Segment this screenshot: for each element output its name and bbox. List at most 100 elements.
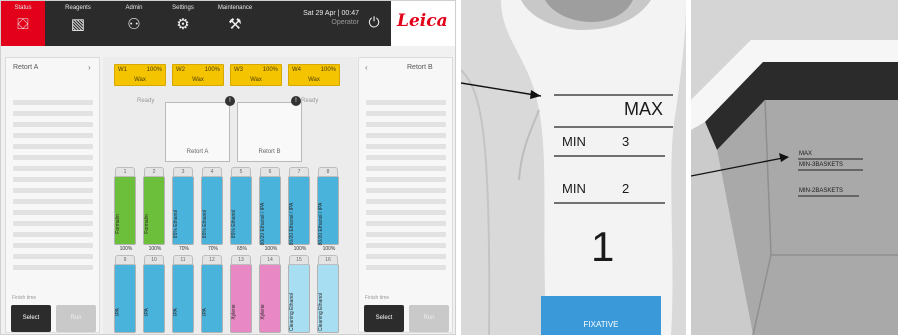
retort-a-select-button[interactable]: Select xyxy=(11,305,51,332)
bottle-number: 11 xyxy=(173,255,193,265)
retort-b-alert-icon[interactable]: ! xyxy=(291,96,301,106)
retort-b-finish-time: Finish time xyxy=(365,295,390,301)
retort-fill-level-photo: MAX MIN-3BASKETS MIN-2BASKETS xyxy=(691,0,898,335)
wax-bath-name: W1 xyxy=(118,67,127,73)
leica-logo: Leica xyxy=(397,11,448,31)
wax-bath-name: W2 xyxy=(176,67,185,73)
bottle-station-number: 1 xyxy=(591,223,615,270)
bottle-reagent-name: IPA xyxy=(144,308,150,316)
reagent-bottle-1[interactable]: Formalin 100% 1 xyxy=(114,167,136,252)
reagent-bottle-4[interactable]: 85% Ethanol 70% 4 xyxy=(201,167,223,252)
reagent-bottle-12[interactable]: IPA100%12 xyxy=(201,255,223,333)
nav-reagents[interactable]: Reagents ▧ xyxy=(55,1,101,46)
bottle-body: IPA100% xyxy=(172,264,194,333)
retort-a-finish-time: Finish time xyxy=(12,295,37,301)
chevron-left-icon[interactable]: ‹ xyxy=(365,63,368,72)
retort-a-run-button[interactable]: Run xyxy=(56,305,96,332)
bottle-body: Xylene100% xyxy=(259,264,281,333)
bottle-max-mark: MAX xyxy=(624,99,664,119)
status-icon: ⛋ xyxy=(17,16,29,33)
bottle-number: 13 xyxy=(231,255,251,265)
retort-b-protocol-placeholder xyxy=(366,100,446,276)
bottle-fill-percent: 70% xyxy=(207,246,218,252)
bottle-number: 5 xyxy=(231,167,251,177)
screenshot-root: Status ⛋ Reagents ▧ Admin ⚇ Settings ⚙ M… xyxy=(0,0,898,335)
bottle-fill-percent: 100% xyxy=(148,246,162,252)
reagent-bottle-14[interactable]: Xylene100%14 xyxy=(259,255,281,333)
retort-b-run-button[interactable]: Run xyxy=(409,305,449,332)
retort-a-chamber[interactable]: Retort A xyxy=(165,102,230,162)
bottle-reagent-name: Cleaning Ethanol xyxy=(318,292,324,332)
bottle-body: Formalin 100% xyxy=(143,176,165,252)
top-nav-bar: Status ⛋ Reagents ▧ Admin ⚇ Settings ⚙ M… xyxy=(1,1,455,46)
reagent-bottle-6[interactable]: 80/20 Ethanol / IPA 100% 6 xyxy=(259,167,281,252)
reagent-bottle-15[interactable]: Cleaning Ethanol100%15 xyxy=(288,255,310,333)
retort-b-chamber[interactable]: Retort B xyxy=(237,102,302,162)
nav-maintenance[interactable]: Maintenance ⚒ xyxy=(207,1,263,46)
wax-bath-reagent: Wax xyxy=(250,77,262,83)
bottle-min3-mark: MIN xyxy=(562,134,586,149)
clock: Sat 29 Apr | 00:47 Operator xyxy=(289,10,359,26)
nav-settings[interactable]: Settings ⚙ xyxy=(159,1,207,46)
bottle-photo-drawing xyxy=(461,0,686,335)
wax-bath-level: 100% xyxy=(262,67,278,73)
settings-icon: ⚙ xyxy=(176,16,190,33)
wax-bath-reagent: Wax xyxy=(192,77,204,83)
wax-bath-w2[interactable]: W2 100% Wax xyxy=(172,64,224,86)
retort-b-select-button[interactable]: Select xyxy=(364,305,404,332)
nav-status[interactable]: Status ⛋ xyxy=(1,1,45,46)
bottle-number: 8 xyxy=(318,167,338,177)
wax-bath-name: W3 xyxy=(234,67,243,73)
nav-admin[interactable]: Admin ⚇ xyxy=(111,1,157,46)
bottle-body: 80/20 Ethanol / IPA 100% xyxy=(317,176,339,252)
bottle-number: 15 xyxy=(289,255,309,265)
reagent-bottle-16[interactable]: Cleaning Ethanol100%16 xyxy=(317,255,339,333)
bottle-body: Formalin 100% xyxy=(114,176,136,252)
bottle-body: 85% Ethanol 70% xyxy=(201,176,223,252)
reagent-bottle-3[interactable]: 85% Ethanol 70% 3 xyxy=(172,167,194,252)
power-icon[interactable]: ⏻ xyxy=(365,13,383,31)
reagent-bottle-2[interactable]: Formalin 100% 2 xyxy=(143,167,165,252)
bottle-number: 7 xyxy=(289,167,309,177)
retort-a-alert-icon[interactable]: ! xyxy=(225,96,235,106)
bottle-body: Xylene100% xyxy=(230,264,252,333)
bottle-reagent-name: Xylene xyxy=(260,304,266,320)
reagent-bottle-7[interactable]: 80/20 Ethanol / IPA 100% 7 xyxy=(288,167,310,252)
reagent-bottle-10[interactable]: IPA100%10 xyxy=(143,255,165,333)
nav-admin-label: Admin xyxy=(125,5,143,11)
bottle-fill-percent: 70% xyxy=(178,246,189,252)
bottle-fill-percent: 100% xyxy=(119,246,133,252)
chevron-right-icon[interactable]: › xyxy=(88,63,91,72)
bottle-number: 4 xyxy=(202,167,222,177)
wax-bath-w4[interactable]: W4 100% Wax xyxy=(288,64,340,86)
nav-status-label: Status xyxy=(14,5,32,11)
reagent-bottle-13[interactable]: Xylene100%13 xyxy=(230,255,252,333)
bottle-body: 80/20 Ethanol / IPA 100% xyxy=(288,176,310,252)
reagent-bottle-11[interactable]: IPA100%11 xyxy=(172,255,194,333)
reagent-bottle-9[interactable]: IPA100%9 xyxy=(114,255,136,333)
nav-maintenance-label: Maintenance xyxy=(217,5,253,11)
bottle-min2-number: 2 xyxy=(622,181,630,196)
bottle-number: 12 xyxy=(202,255,222,265)
retort-b-chamber-label: Retort B xyxy=(258,149,281,155)
wax-bath-reagent: Wax xyxy=(134,77,146,83)
nav-settings-label: Settings xyxy=(172,5,194,11)
station-overview: W1 100% Wax W2 100% Wax W3 100% Wax W4 1… xyxy=(103,57,357,334)
bottle-fill-percent: 100% xyxy=(293,246,307,252)
retort-b-status: Ready xyxy=(301,98,319,104)
bottle-body: Cleaning Ethanol100% xyxy=(317,264,339,333)
bottle-body: IPA100% xyxy=(201,264,223,333)
bottle-body: 85% Ethanol 70% xyxy=(172,176,194,252)
reagent-bottle-5[interactable]: 85% Ethanol 65% 5 xyxy=(230,167,252,252)
wax-bath-w1[interactable]: W1 100% Wax xyxy=(114,64,166,86)
bottle-fill-level-photo: MAX MIN 3 MIN 2 1 FIXATIVE xyxy=(461,0,686,335)
bottle-reagent-name: Xylene xyxy=(231,304,237,320)
wax-bath-w3[interactable]: W3 100% Wax xyxy=(230,64,282,86)
wax-bath-level: 100% xyxy=(204,67,220,73)
retort-min3-mark: MIN-3BASKETS xyxy=(799,162,844,168)
bottle-fill-percent: 100% xyxy=(264,246,278,252)
retort-b-panel: ‹ Retort B Finish time Select Run xyxy=(358,57,453,333)
bottle-number: 6 xyxy=(260,167,280,177)
bottle-body: 85% Ethanol 65% xyxy=(230,176,252,252)
reagent-bottle-8[interactable]: 80/20 Ethanol / IPA 100% 8 xyxy=(317,167,339,252)
